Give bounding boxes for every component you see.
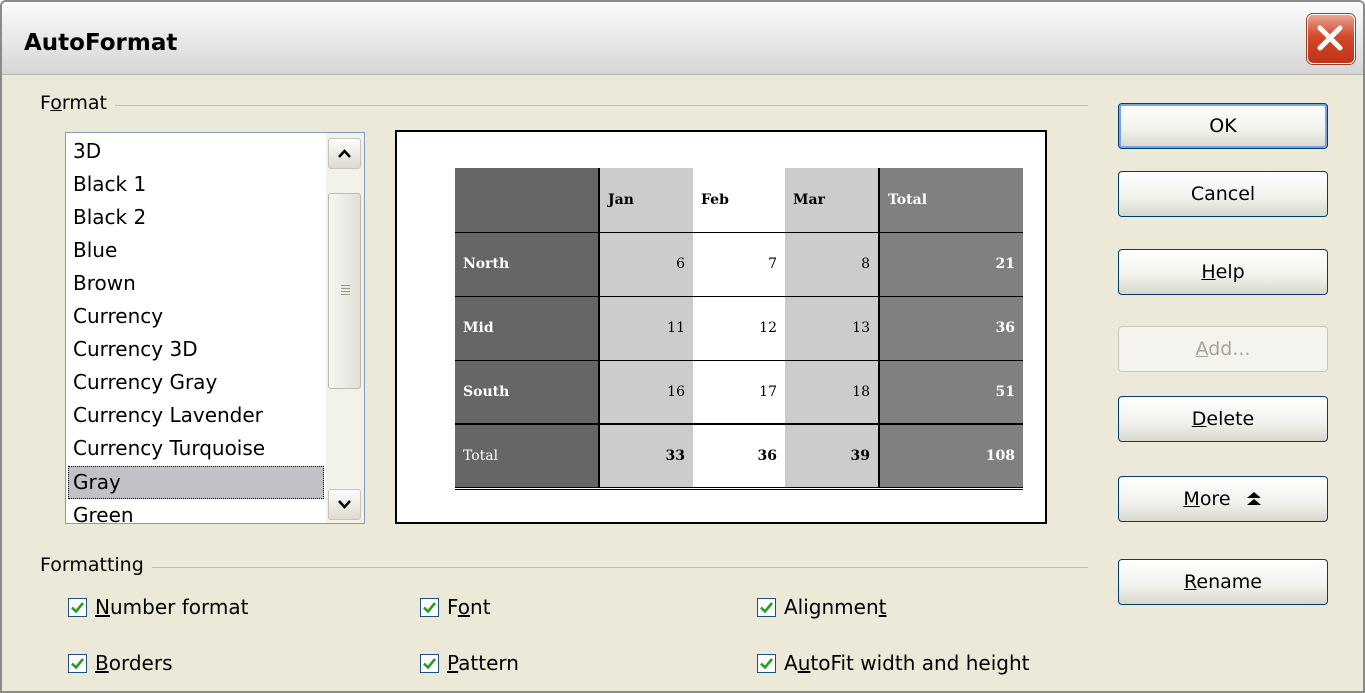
preview-row-header: South — [455, 360, 599, 424]
list-item-selected[interactable]: Gray — [68, 466, 324, 499]
list-item[interactable]: 3D — [68, 135, 324, 168]
preview-row-header: North — [455, 232, 599, 297]
help-button[interactable]: Help — [1118, 249, 1328, 295]
list-item[interactable]: Black 1 — [68, 168, 324, 201]
format-group-label: Format — [40, 92, 115, 114]
pattern-label: Pattern — [447, 651, 519, 675]
add-button[interactable]: Add... — [1118, 326, 1328, 372]
scroll-thumb[interactable] — [328, 193, 361, 389]
preview-col-header: Total — [878, 168, 1023, 233]
format-group-line — [42, 105, 1088, 106]
list-scrollbar[interactable] — [326, 133, 364, 523]
preview-cell: 12 — [693, 296, 785, 361]
title-bar: AutoFormat — [2, 2, 1363, 75]
list-item[interactable]: Black 2 — [68, 201, 324, 234]
preview-cell: 39 — [785, 423, 879, 490]
list-item[interactable]: Currency — [68, 300, 324, 333]
chevron-up-icon — [338, 149, 351, 158]
autofit-checkbox[interactable]: AutoFit width and height — [757, 650, 1029, 676]
close-button[interactable] — [1307, 14, 1355, 64]
preview-cell: 7 — [693, 232, 785, 297]
preview-cell: 16 — [598, 360, 693, 424]
preview-table: Jan Feb Mar Total North 6 7 8 21 Mid 11 … — [455, 168, 1023, 490]
font-checkbox[interactable]: Font — [420, 594, 491, 620]
double-chevron-up-icon — [1246, 492, 1261, 505]
preview-row: North 6 7 8 21 — [455, 232, 1023, 297]
list-item[interactable]: Currency Gray — [68, 366, 324, 399]
autofit-label: AutoFit width and height — [784, 651, 1030, 675]
preview-cell: 51 — [878, 360, 1023, 424]
preview-cell: 36 — [693, 423, 785, 490]
preview-corner-cell — [455, 168, 599, 233]
ok-button[interactable]: OK — [1118, 103, 1328, 149]
preview-cell: 8 — [785, 232, 879, 297]
checkmark-icon — [68, 597, 87, 617]
grip-icon — [341, 285, 350, 297]
font-label: Font — [447, 595, 491, 619]
preview-row: South 16 17 18 51 — [455, 360, 1023, 424]
dialog-title: AutoFormat — [24, 30, 178, 56]
preview-cell: 13 — [785, 296, 879, 361]
preview-col-header: Jan — [598, 168, 693, 233]
checkmark-icon — [420, 653, 439, 673]
preview-cell: 36 — [878, 296, 1023, 361]
chevron-down-icon — [338, 500, 351, 509]
preview-cell: 108 — [878, 423, 1023, 490]
formatting-group-line — [42, 567, 1088, 568]
alignment-label: Alignment — [784, 595, 887, 619]
list-item[interactable]: Brown — [68, 267, 324, 300]
preview-total-row: Total 33 36 39 108 — [455, 423, 1023, 490]
list-item[interactable]: Currency Lavender — [68, 399, 324, 432]
scroll-up-button[interactable] — [328, 138, 361, 169]
preview-col-header: Feb — [693, 168, 785, 233]
borders-checkbox[interactable]: Borders — [68, 650, 172, 676]
checkmark-icon — [757, 653, 776, 673]
format-preview: Jan Feb Mar Total North 6 7 8 21 Mid 11 … — [395, 130, 1047, 524]
format-listbox[interactable]: 3D Black 1 Black 2 Blue Brown Currency C… — [65, 132, 365, 524]
preview-cell: 21 — [878, 232, 1023, 297]
checkmark-icon — [757, 597, 776, 617]
number-format-label: Number format — [95, 595, 249, 619]
scroll-down-button[interactable] — [328, 489, 361, 520]
formatting-group-label: Formatting — [40, 554, 152, 576]
more-button[interactable]: More — [1118, 476, 1328, 522]
number-format-checkbox[interactable]: Number format — [68, 594, 248, 620]
preview-row-header: Total — [455, 423, 599, 490]
pattern-checkbox[interactable]: Pattern — [420, 650, 519, 676]
alignment-checkbox[interactable]: Alignment — [757, 594, 886, 620]
preview-header-row: Jan Feb Mar Total — [455, 168, 1023, 233]
checkmark-icon — [420, 597, 439, 617]
list-item[interactable]: Blue — [68, 234, 324, 267]
preview-cell: 33 — [598, 423, 693, 490]
preview-row: Mid 11 12 13 36 — [455, 296, 1023, 361]
list-item[interactable]: Currency 3D — [68, 333, 324, 366]
checkmark-icon — [68, 653, 87, 673]
list-item[interactable]: Green — [68, 499, 324, 523]
cancel-button[interactable]: Cancel — [1118, 171, 1328, 217]
preview-cell: 18 — [785, 360, 879, 424]
preview-cell: 11 — [598, 296, 693, 361]
preview-cell: 17 — [693, 360, 785, 424]
autoformat-dialog: AutoFormat Format 3D Black 1 Black 2 Blu… — [0, 0, 1365, 693]
preview-col-header: Mar — [785, 168, 879, 233]
list-item[interactable]: Currency Turquoise — [68, 432, 324, 465]
preview-cell: 6 — [598, 232, 693, 297]
preview-row-header: Mid — [455, 296, 599, 361]
close-icon — [1317, 25, 1343, 51]
delete-button[interactable]: Delete — [1118, 396, 1328, 442]
rename-button[interactable]: Rename — [1118, 559, 1328, 605]
borders-label: Borders — [95, 651, 173, 675]
